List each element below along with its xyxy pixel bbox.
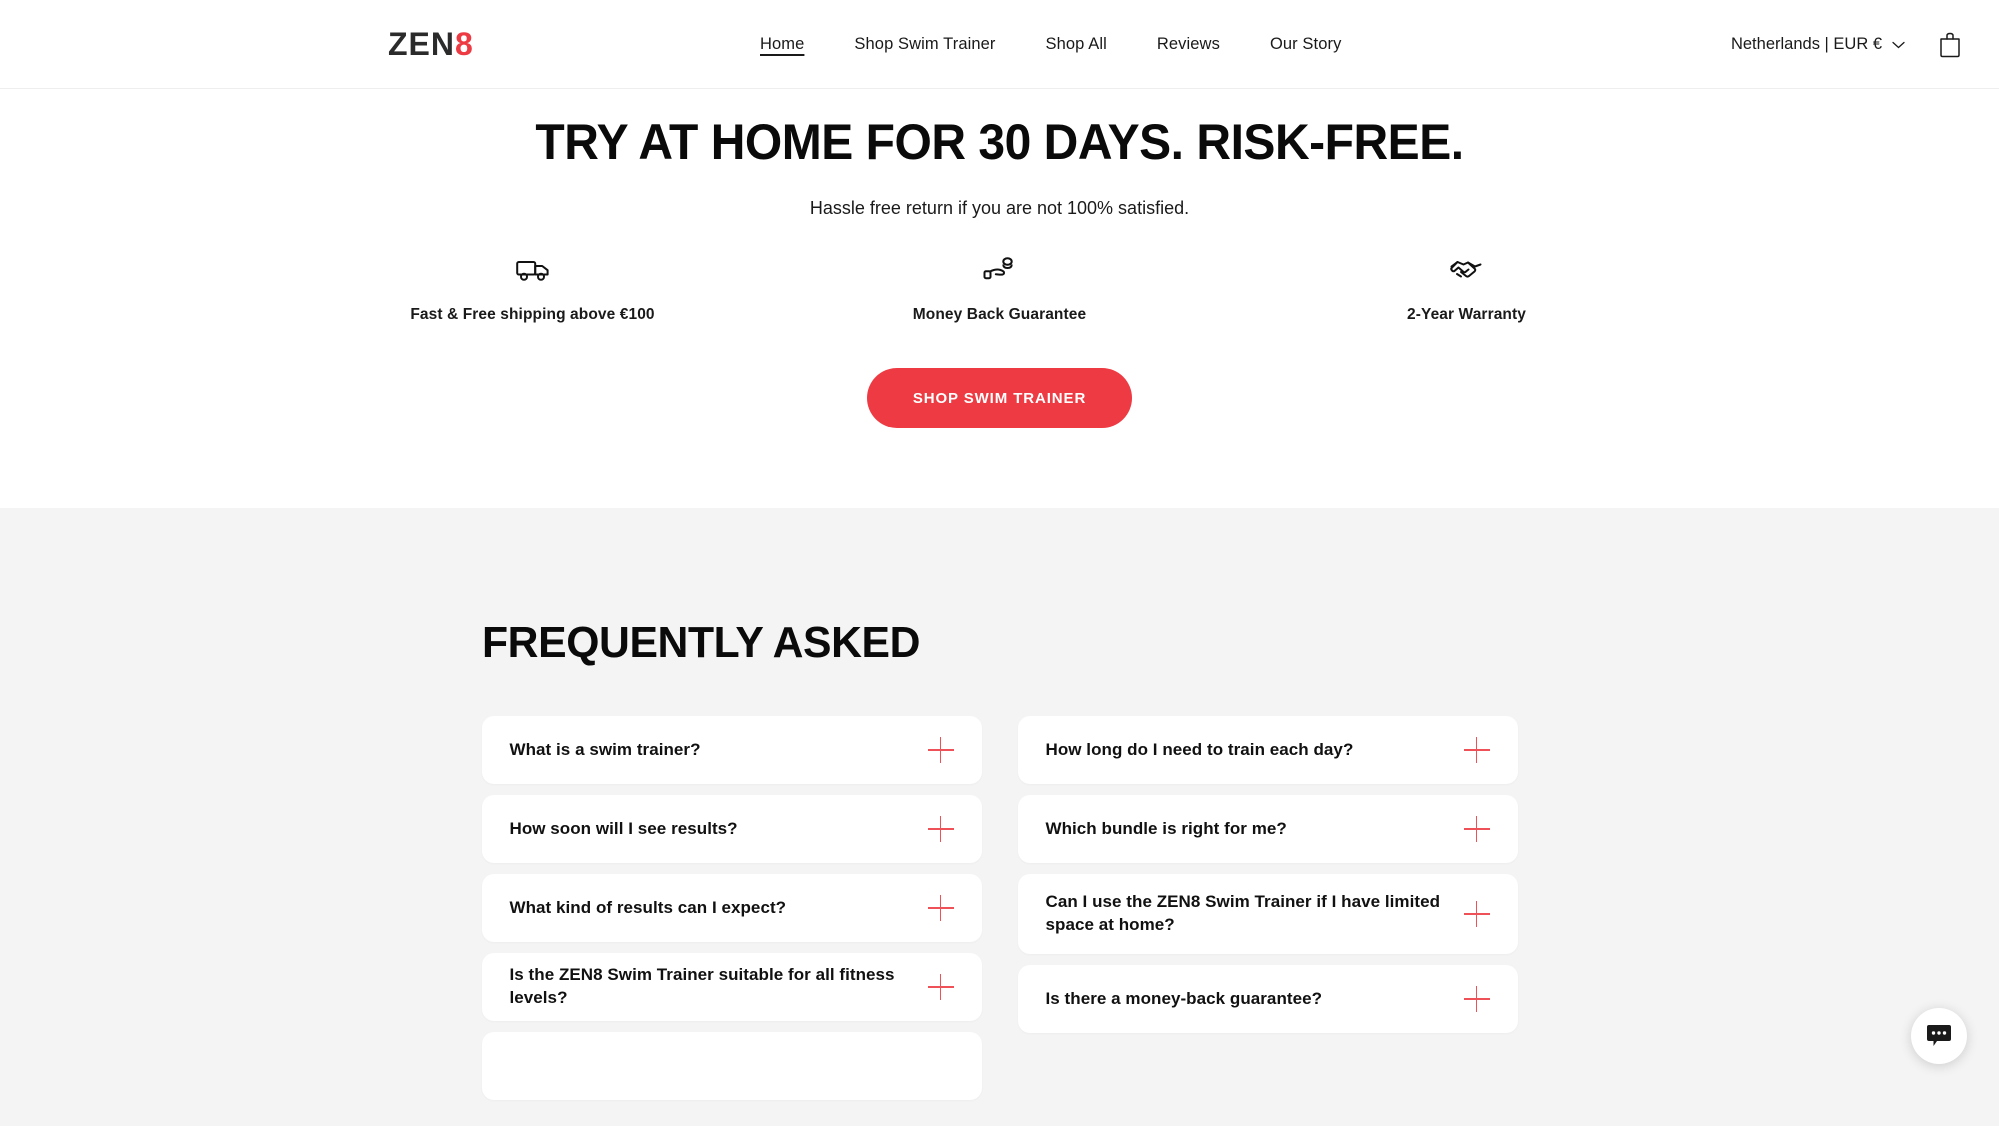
- nav-item-home[interactable]: Home: [735, 35, 829, 54]
- faq-column-right: How long do I need to train each day? Wh…: [1017, 716, 1518, 1100]
- site-header: ZEN8 Home Shop Swim Trainer Shop All Rev…: [0, 0, 1999, 89]
- faq-item[interactable]: Which bundle is right for me?: [1017, 795, 1518, 863]
- plus-icon[interactable]: [1463, 737, 1490, 763]
- header-actions: Netherlands | EUR €: [1719, 0, 1973, 89]
- faq-grid: What is a swim trainer? How soon will I …: [481, 716, 1518, 1100]
- faq-item[interactable]: Is the ZEN8 Swim Trainer suitable for al…: [481, 953, 982, 1021]
- faq-question: Is the ZEN8 Swim Trainer suitable for al…: [509, 965, 895, 1007]
- logo-text-eight: 8: [455, 26, 474, 62]
- feature-warranty: 2-Year Warranty: [1233, 251, 1700, 324]
- faq-item[interactable]: What is a swim trainer?: [481, 716, 982, 784]
- shop-swim-trainer-button[interactable]: SHOP SWIM TRAINER: [866, 368, 1133, 428]
- cart-button[interactable]: [1927, 22, 1973, 68]
- risk-free-hero-section: TRY AT HOME FOR 30 DAYS. RISK-FREE. Hass…: [0, 89, 1999, 508]
- feature-warranty-label: 2-Year Warranty: [1407, 306, 1526, 323]
- faq-question: What is a swim trainer?: [509, 739, 701, 759]
- plus-icon[interactable]: [927, 816, 954, 842]
- feature-money-back: Money Back Guarantee: [766, 251, 1233, 324]
- plus-icon[interactable]: [927, 895, 954, 921]
- faq-question: Can I use the ZEN8 Swim Trainer if I hav…: [1045, 892, 1441, 934]
- truck-icon: [515, 251, 550, 289]
- faq-question: How soon will I see results?: [509, 818, 738, 838]
- plus-icon[interactable]: [927, 737, 954, 763]
- faq-heading: FREQUENTLY ASKED: [481, 618, 920, 667]
- faq-item[interactable]: How soon will I see results?: [481, 795, 982, 863]
- faq-question: Is there a money-back guarantee?: [1045, 988, 1323, 1008]
- locale-label: Netherlands | EUR €: [1730, 35, 1882, 53]
- faq-column-left: What is a swim trainer? How soon will I …: [481, 716, 982, 1100]
- page-root: ZEN8 Home Shop Swim Trainer Shop All Rev…: [0, 0, 1999, 1126]
- faq-item[interactable]: Is there a money-back guarantee?: [1017, 965, 1518, 1033]
- hand-coins-icon: [983, 251, 1017, 289]
- faq-question: What kind of results can I expect?: [509, 897, 787, 917]
- faq-item-partial[interactable]: [481, 1032, 982, 1100]
- locale-currency-selector[interactable]: Netherlands | EUR €: [1719, 27, 1917, 62]
- feature-list: Fast & Free shipping above €100 Money Ba…: [0, 251, 1999, 324]
- handshake-icon: [1449, 251, 1485, 289]
- faq-question: Which bundle is right for me?: [1045, 818, 1287, 838]
- feature-shipping-label: Fast & Free shipping above €100: [410, 306, 655, 323]
- nav-item-shop-all[interactable]: Shop All: [1021, 35, 1132, 54]
- plus-icon[interactable]: [927, 974, 954, 1000]
- faq-item[interactable]: Can I use the ZEN8 Swim Trainer if I hav…: [1017, 874, 1518, 954]
- nav-item-shop-swim-trainer[interactable]: Shop Swim Trainer: [829, 35, 1020, 54]
- shopping-bag-icon: [1940, 32, 1960, 57]
- hero-title: TRY AT HOME FOR 30 DAYS. RISK-FREE.: [535, 114, 1464, 170]
- site-logo[interactable]: ZEN8: [388, 28, 474, 60]
- chevron-down-icon: [1892, 41, 1905, 48]
- chat-bubble-icon: [1927, 1025, 1951, 1046]
- faq-item[interactable]: How long do I need to train each day?: [1017, 716, 1518, 784]
- feature-shipping: Fast & Free shipping above €100: [299, 251, 766, 324]
- faq-section: FREQUENTLY ASKED What is a swim trainer?…: [0, 508, 1999, 1126]
- chat-launcher-button[interactable]: [1911, 1008, 1967, 1064]
- faq-item[interactable]: What kind of results can I expect?: [481, 874, 982, 942]
- hero-subtitle: Hassle free return if you are not 100% s…: [809, 198, 1190, 218]
- main-navigation: Home Shop Swim Trainer Shop All Reviews …: [735, 0, 1366, 89]
- plus-icon[interactable]: [1463, 986, 1490, 1012]
- nav-item-reviews[interactable]: Reviews: [1132, 35, 1245, 54]
- nav-item-our-story[interactable]: Our Story: [1245, 35, 1367, 54]
- plus-icon[interactable]: [1463, 901, 1490, 927]
- feature-money-back-label: Money Back Guarantee: [912, 306, 1087, 323]
- cta-container: SHOP SWIM TRAINER: [0, 368, 1999, 428]
- plus-icon[interactable]: [1463, 816, 1490, 842]
- faq-question: How long do I need to train each day?: [1045, 739, 1354, 759]
- logo-text-zen: ZEN: [388, 26, 455, 62]
